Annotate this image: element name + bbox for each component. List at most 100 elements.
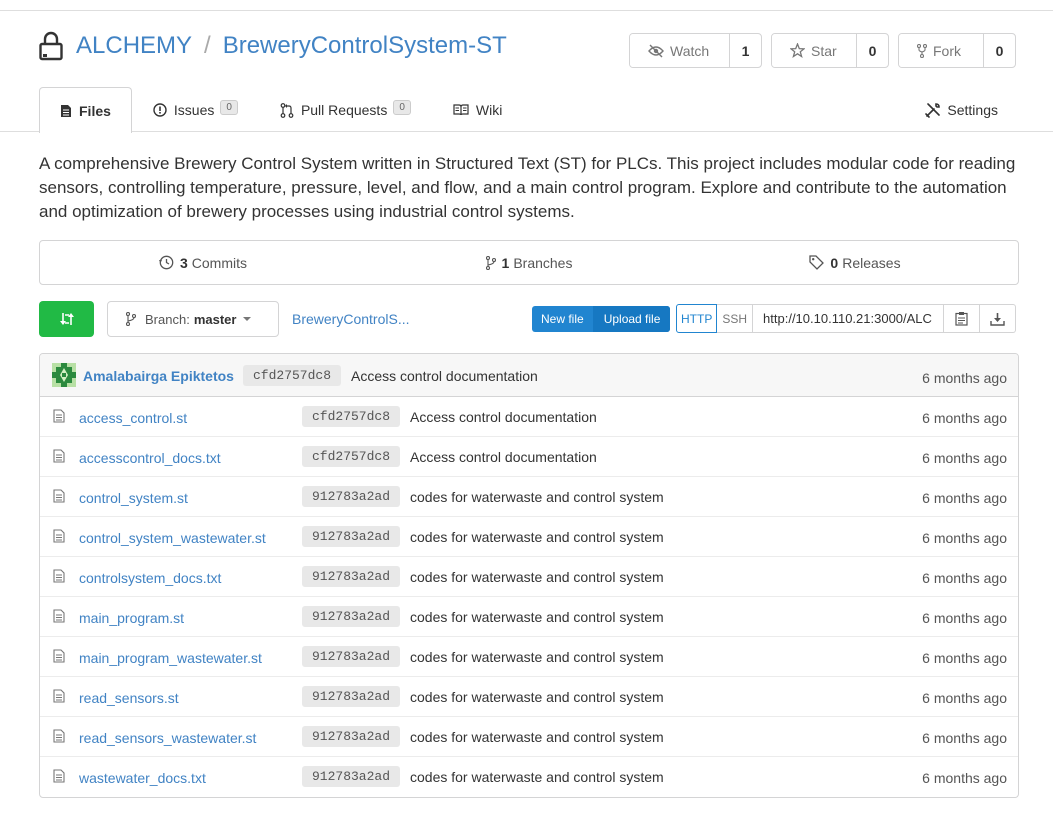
commit-message[interactable]: codes for waterwaste and control system [410, 689, 664, 705]
ssh-clone-button[interactable]: SSH [717, 304, 754, 333]
fork-label: Fork [933, 42, 961, 59]
fork-count[interactable]: 0 [984, 34, 1015, 67]
file-name-link[interactable]: control_system_wastewater.st [79, 530, 266, 546]
file-text-icon [53, 769, 65, 783]
branches-stat-link[interactable]: 1 Branches [366, 241, 692, 284]
top-navbar-edge [0, 0, 1053, 11]
file-name-link[interactable]: read_sensors.st [79, 690, 179, 706]
fork-button[interactable]: Fork [899, 34, 984, 67]
commit-message[interactable]: codes for waterwaste and control system [410, 729, 664, 745]
commit-sha-label[interactable]: 912783a2ad [302, 606, 401, 627]
commit-message[interactable]: Access control documentation [410, 449, 597, 465]
commit-age: 6 months ago [922, 650, 1007, 666]
star-label: Star [811, 42, 837, 59]
star-count[interactable]: 0 [857, 34, 888, 67]
branches-label: Branches [513, 254, 573, 271]
commits-count: 3 [179, 254, 188, 271]
download-button[interactable] [980, 304, 1017, 333]
commits-stat-link[interactable]: 3 Commits [40, 241, 366, 284]
avatar[interactable] [52, 363, 76, 387]
eye-slash-icon [648, 44, 664, 57]
star-button-group: Star 0 [771, 33, 889, 68]
tab-issues[interactable]: Issues 0 [132, 87, 259, 132]
commit-sha-label[interactable]: 912783a2ad [302, 646, 401, 667]
commit-message[interactable]: codes for waterwaste and control system [410, 529, 664, 545]
file-text-icon [53, 449, 65, 463]
tab-pull-requests[interactable]: Pull Requests 0 [259, 87, 432, 132]
tab-wiki-label: Wiki [475, 102, 503, 118]
table-row: controlsystem_docs.txt 912783a2ad codes … [40, 557, 1018, 597]
star-button[interactable]: Star [772, 34, 857, 67]
commit-message[interactable]: codes for waterwaste and control system [410, 649, 664, 665]
watch-count[interactable]: 1 [730, 34, 761, 67]
file-name-link[interactable]: read_sensors_wastewater.st [79, 730, 256, 746]
file-name-link[interactable]: wastewater_docs.txt [79, 770, 206, 786]
commits-label: Commits [191, 254, 248, 271]
tab-files-label: Files [79, 102, 111, 119]
commit-author-link[interactable]: Amalabairga Epiktetos [83, 368, 234, 384]
http-clone-button[interactable]: HTTP [676, 304, 718, 333]
file-name-link[interactable]: access_control.st [79, 410, 187, 426]
file-text-icon [53, 569, 65, 583]
file-name-link[interactable]: accesscontrol_docs.txt [79, 450, 221, 466]
compare-icon [59, 313, 74, 325]
commit-message[interactable]: codes for waterwaste and control system [410, 489, 664, 505]
tab-wiki[interactable]: Wiki [432, 87, 523, 132]
issue-opened-icon [153, 103, 167, 117]
commit-sha-label[interactable]: cfd2757dc8 [302, 406, 401, 427]
repo-owner-link[interactable]: ALCHEMY [76, 32, 192, 60]
tab-pull-requests-label: Pull Requests [300, 102, 388, 118]
commit-message[interactable]: codes for waterwaste and control system [410, 569, 664, 585]
commit-age: 6 months ago [922, 690, 1007, 706]
repo-stats: 3 Commits 1 Branches 0 Releases [39, 240, 1019, 285]
file-text-icon [53, 649, 65, 663]
commit-sha-label[interactable]: 912783a2ad [302, 686, 401, 707]
copy-url-button[interactable] [944, 304, 981, 333]
branch-icon [126, 312, 136, 326]
table-row: accesscontrol_docs.txt cfd2757dc8 Access… [40, 437, 1018, 477]
commit-sha-label[interactable]: 912783a2ad [302, 566, 401, 587]
new-file-button[interactable]: New file [532, 306, 593, 332]
file-text-icon [53, 689, 65, 703]
file-text-icon [53, 729, 65, 743]
repo-header: ALCHEMY / BreweryControlSystem-ST Watch … [0, 11, 1053, 133]
file-name-link[interactable]: main_program_wastewater.st [79, 650, 262, 666]
tab-settings[interactable]: Settings [925, 87, 998, 132]
table-row: main_program_wastewater.st 912783a2ad co… [40, 637, 1018, 677]
commit-sha-label[interactable]: 912783a2ad [302, 726, 401, 747]
branch-dropdown[interactable]: Branch: master [107, 301, 279, 337]
clone-url-input[interactable] [753, 304, 945, 333]
commit-age: 6 months ago [922, 370, 1007, 386]
lock-icon [39, 31, 63, 61]
commit-sha-label[interactable]: cfd2757dc8 [302, 446, 401, 467]
pull-requests-count-badge: 0 [393, 99, 411, 115]
upload-file-button[interactable]: Upload file [592, 306, 671, 332]
file-text-icon [53, 529, 65, 543]
commit-sha-label[interactable]: 912783a2ad [302, 766, 401, 787]
files-table: Amalabairga Epiktetos cfd2757dc8 Access … [39, 353, 1019, 798]
history-icon [158, 255, 174, 270]
table-row: read_sensors_wastewater.st 912783a2ad co… [40, 717, 1018, 757]
commit-age: 6 months ago [922, 730, 1007, 746]
file-name-link[interactable]: main_program.st [79, 610, 184, 626]
watch-button[interactable]: Watch [630, 34, 730, 67]
file-name-link[interactable]: controlsystem_docs.txt [79, 570, 221, 586]
commit-sha-label[interactable]: 912783a2ad [302, 486, 401, 507]
commit-sha-label[interactable]: cfd2757dc8 [243, 365, 342, 386]
breadcrumb-repo-link[interactable]: BreweryControlS... [292, 311, 409, 327]
releases-stat-link[interactable]: 0 Releases [692, 241, 1018, 284]
commit-age: 6 months ago [922, 610, 1007, 626]
tab-files[interactable]: Files [39, 87, 132, 133]
download-icon [990, 312, 1005, 326]
commit-message[interactable]: Access control documentation [410, 409, 597, 425]
commit-message[interactable]: codes for waterwaste and control system [410, 609, 664, 625]
file-name-link[interactable]: control_system.st [79, 490, 188, 506]
repo-name-link[interactable]: BreweryControlSystem-ST [223, 32, 507, 60]
commit-age: 6 months ago [922, 770, 1007, 786]
compare-pull-button[interactable] [39, 301, 94, 337]
commit-sha-label[interactable]: 912783a2ad [302, 526, 401, 547]
commit-message[interactable]: codes for waterwaste and control system [410, 769, 664, 785]
table-row: control_system_wastewater.st 912783a2ad … [40, 517, 1018, 557]
table-row: main_program.st 912783a2ad codes for wat… [40, 597, 1018, 637]
table-row: read_sensors.st 912783a2ad codes for wat… [40, 677, 1018, 717]
